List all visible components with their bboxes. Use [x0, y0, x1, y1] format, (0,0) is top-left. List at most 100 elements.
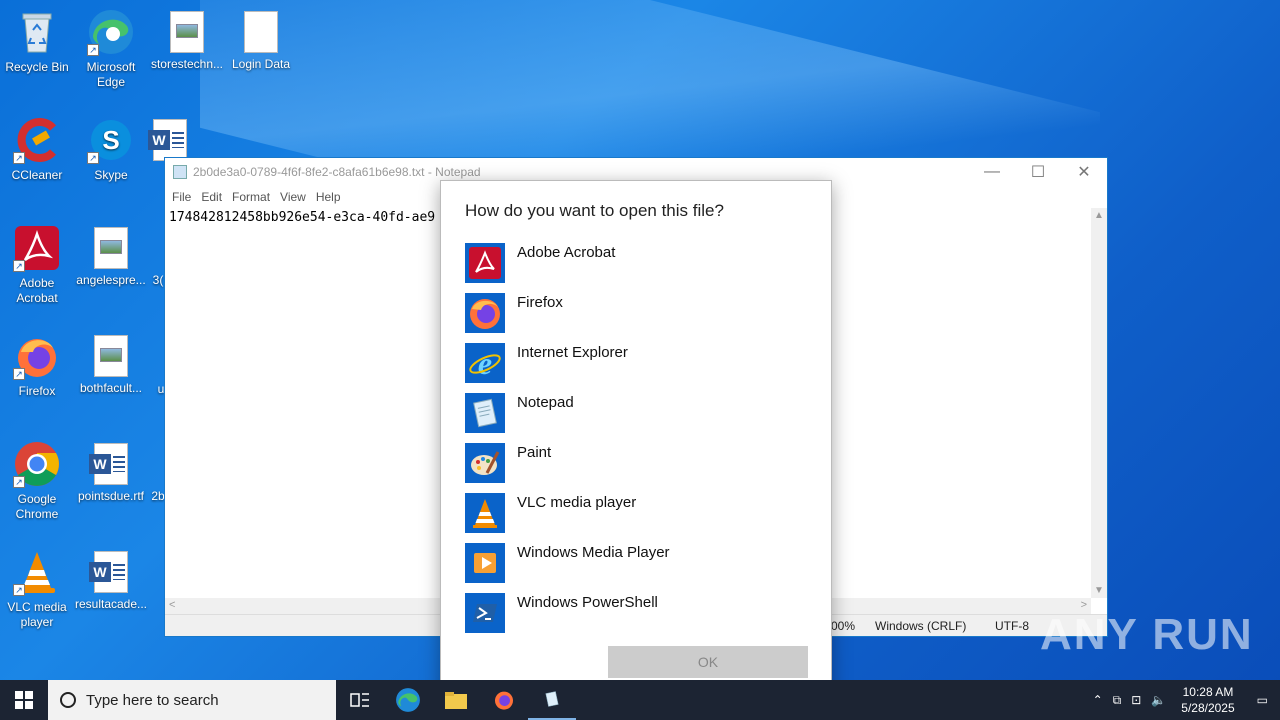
network-icon[interactable]: ⊡ — [1126, 693, 1146, 707]
desktop-icon-label: angelespre... — [76, 273, 146, 287]
search-placeholder: Type here to search — [86, 691, 219, 709]
clock[interactable]: 10:28 AM 5/28/2025 — [1171, 684, 1244, 716]
desktop-icon-microsoft-edge[interactable]: ↗ Microsoft Edge — [74, 8, 148, 90]
desktop-icon-resultacade[interactable]: W resultacade... — [74, 548, 148, 612]
app-option-internet-explorer[interactable]: e Internet Explorer — [465, 343, 809, 383]
app-option-notepad[interactable]: Notepad — [465, 393, 809, 433]
desktop-icon-bothfacult[interactable]: bothfacult... — [74, 332, 148, 396]
menu-file[interactable]: File — [167, 190, 196, 204]
notepad-icon — [465, 393, 505, 433]
app-option-firefox[interactable]: Firefox — [465, 293, 809, 333]
desktop-icon-login-data[interactable]: Login Data — [224, 8, 298, 72]
menu-help[interactable]: Help — [311, 190, 346, 204]
app-option-paint[interactable]: Paint — [465, 443, 809, 483]
desktop-icon-label: Firefox — [18, 384, 56, 398]
task-view-icon — [350, 693, 369, 707]
system-tray: ⌃ ⧉ ⊡ 🔈 10:28 AM 5/28/2025 ▭ — [1088, 680, 1280, 720]
app-option-adobe-acrobat[interactable]: Adobe Acrobat — [465, 243, 809, 283]
desktop-icon-google-chrome[interactable]: ↗ Google Chrome — [0, 440, 74, 522]
chrome-icon: ↗ — [13, 440, 61, 488]
app-name: Windows Media Player — [517, 544, 670, 561]
edge-icon — [396, 688, 420, 712]
taskbar-search-box[interactable]: Type here to search — [48, 680, 336, 720]
ok-button[interactable]: OK — [608, 646, 808, 678]
desktop-icon-ccleaner[interactable]: ↗ CCleaner — [0, 116, 74, 183]
desktop-icon-label: bothfacult... — [79, 381, 143, 395]
show-hidden-icons-chevron-icon[interactable]: ⌃ — [1088, 693, 1108, 707]
app-option-windows-powershell[interactable]: Windows PowerShell — [465, 593, 809, 633]
paint-palette-icon — [465, 443, 505, 483]
desktop-icon-skype[interactable]: S ↗ Skype — [74, 116, 148, 183]
shortcut-arrow-icon: ↗ — [13, 260, 25, 272]
desktop-icon-label: Login Data — [231, 57, 291, 71]
app-name: Paint — [517, 444, 552, 461]
desktop-icon-label: Google Chrome — [15, 492, 59, 521]
image-file-icon — [170, 11, 204, 53]
desktop-icon-pointsdue[interactable]: W pointsdue.rtf — [74, 440, 148, 504]
taskbar-file-explorer[interactable] — [432, 680, 480, 720]
ccleaner-icon: ↗ — [13, 116, 61, 164]
windows-logo-icon — [15, 691, 33, 709]
desktop-icon-label: storestechn... — [150, 57, 224, 71]
window-controls: — ☐ ✕ — [969, 158, 1107, 186]
shortcut-arrow-icon: ↗ — [87, 152, 99, 164]
skype-icon: S ↗ — [87, 116, 135, 164]
windows-media-player-icon — [465, 543, 505, 583]
task-view-button[interactable] — [336, 680, 384, 720]
desktop-icon-angelespre[interactable]: angelespre... — [74, 224, 148, 288]
acrobat-icon — [465, 243, 505, 283]
desktop-icon-firefox[interactable]: ↗ Firefox — [0, 332, 74, 399]
vertical-scrollbar[interactable]: ▲ ▼ — [1091, 208, 1107, 598]
desktop-icon-storestechn[interactable]: storestechn... — [150, 8, 224, 72]
encoding: UTF-8 — [995, 619, 1029, 633]
menu-edit[interactable]: Edit — [196, 190, 227, 204]
word-file-icon: W — [89, 443, 128, 485]
scroll-down-icon[interactable]: ▼ — [1094, 585, 1104, 596]
app-name: VLC media player — [517, 494, 637, 511]
taskbar-notepad[interactable] — [528, 680, 576, 720]
search-icon — [60, 692, 76, 708]
menu-format[interactable]: Format — [227, 190, 275, 204]
notepad-icon — [545, 691, 559, 707]
maximize-button[interactable]: ☐ — [1015, 158, 1061, 186]
app-option-windows-media-player[interactable]: Windows Media Player — [465, 543, 809, 583]
network-device-icon[interactable]: ⧉ — [1108, 693, 1127, 708]
shortcut-arrow-icon: ↗ — [87, 44, 99, 56]
clock-date: 5/28/2025 — [1181, 701, 1235, 715]
word-file-icon: W — [89, 551, 128, 593]
notifications-icon[interactable]: ▭ — [1245, 693, 1280, 707]
firefox-icon — [465, 293, 505, 333]
blank-file-icon — [244, 11, 278, 53]
clock-time: 10:28 AM — [1182, 685, 1234, 699]
app-name: Windows PowerShell — [517, 594, 658, 611]
taskbar-edge[interactable] — [384, 680, 432, 720]
scroll-left-icon[interactable]: < — [169, 599, 175, 611]
powershell-icon — [465, 593, 505, 633]
taskbar: Type here to search ⌃ ⧉ ⊡ 🔈 10:28 AM 5/2… — [0, 680, 1280, 720]
desktop-icon-label: Skype — [94, 168, 128, 182]
shortcut-arrow-icon: ↗ — [13, 584, 25, 596]
open-with-dialog[interactable]: How do you want to open this file? Adobe… — [440, 180, 832, 702]
image-file-icon — [94, 335, 128, 377]
app-name: Adobe Acrobat — [517, 244, 616, 261]
desktop-icon-vlc[interactable]: ↗ VLC media player — [0, 548, 74, 630]
menu-view[interactable]: View — [275, 190, 311, 204]
desktop-icon-label: Microsoft Edge — [86, 60, 136, 89]
close-button[interactable]: ✕ — [1061, 158, 1107, 186]
scroll-up-icon[interactable]: ▲ — [1094, 210, 1104, 221]
app-name: Firefox — [517, 294, 563, 311]
minimize-button[interactable]: — — [969, 158, 1015, 186]
taskbar-firefox[interactable] — [480, 680, 528, 720]
firefox-icon: ↗ — [13, 332, 61, 380]
volume-icon[interactable]: 🔈 — [1146, 693, 1171, 707]
desktop-icon-adobe-acrobat[interactable]: ↗ Adobe Acrobat — [0, 224, 74, 306]
recycle-bin-icon — [13, 8, 61, 56]
app-option-vlc[interactable]: VLC media player — [465, 493, 809, 533]
desktop-icon-label: CCleaner — [11, 168, 63, 182]
word-file-icon: W — [148, 119, 187, 161]
dialog-title: How do you want to open this file? — [465, 201, 724, 220]
folder-icon — [445, 692, 467, 709]
start-button[interactable] — [0, 680, 48, 720]
app-name: Notepad — [517, 394, 574, 411]
desktop-icon-recycle-bin[interactable]: Recycle Bin — [0, 8, 74, 75]
